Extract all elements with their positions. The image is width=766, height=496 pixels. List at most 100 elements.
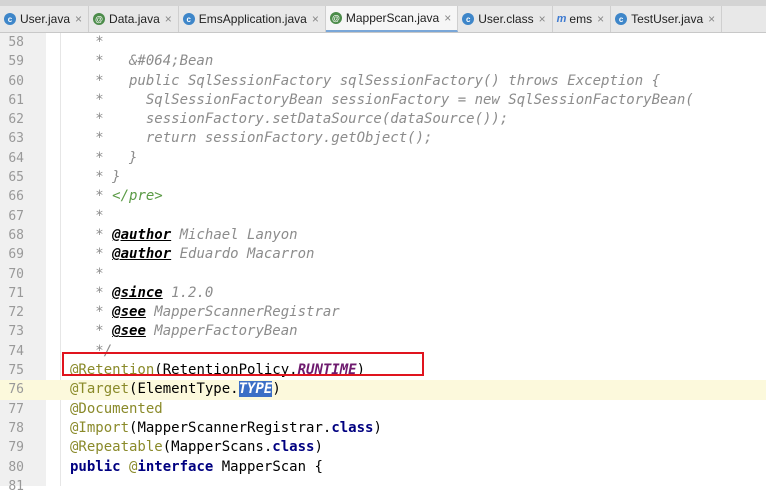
- code-token: Michael Lanyon: [171, 226, 298, 243]
- code-token: @Import: [70, 419, 130, 436]
- code-line: 68 * @author Michael Lanyon: [0, 226, 766, 245]
- line-number: 61: [8, 92, 24, 108]
- line-number: 62: [8, 112, 24, 128]
- code-text: * sessionFactory.setDataSource(dataSourc…: [70, 110, 508, 129]
- code-text: * }: [70, 168, 121, 187]
- code-line: 60 * public SqlSessionFactory sqlSession…: [0, 72, 766, 91]
- code-line: 67 *: [0, 207, 766, 226]
- code-text: * </pre>: [70, 187, 162, 206]
- line-number: 68: [8, 227, 24, 243]
- tab-testuser-java[interactable]: c TestUser.java ×: [611, 6, 723, 32]
- code-line: 58 *: [0, 33, 766, 52]
- code-token: @Documented: [70, 400, 163, 417]
- code-token: *: [70, 226, 113, 243]
- code-token: *: [70, 284, 113, 301]
- code-line: 64 * }: [0, 149, 766, 168]
- code-text: * @since 1.2.0: [70, 284, 213, 303]
- code-token: *: [70, 304, 113, 321]
- line-number: 80: [8, 459, 24, 475]
- code-text: * &#064;Bean: [70, 52, 213, 71]
- close-icon[interactable]: ×: [539, 12, 546, 26]
- line-number: 58: [8, 35, 24, 50]
- code-line: 71 * @since 1.2.0: [0, 284, 766, 303]
- tab-data-java[interactable]: @ Data.java ×: [89, 6, 179, 32]
- code-token: *: [70, 207, 104, 224]
- code-token: * SqlSessionFactoryBean sessionFactory =…: [70, 91, 694, 108]
- close-icon[interactable]: ×: [75, 12, 82, 26]
- code-token: * return sessionFactory.getObject();: [70, 130, 433, 147]
- code-text: * @author Michael Lanyon: [70, 226, 298, 245]
- module-m-icon: m: [556, 13, 567, 25]
- code-token: * }: [70, 169, 121, 186]
- code-line: 70 *: [0, 265, 766, 284]
- code-line: 77 @Documented: [0, 400, 766, 419]
- code-line: 62 * sessionFactory.setDataSource(dataSo…: [0, 110, 766, 129]
- code-text: @Documented: [70, 400, 163, 419]
- code-line: 63 * return sessionFactory.getObject();: [0, 129, 766, 148]
- code-token: @see: [112, 304, 146, 321]
- code-token: * }: [70, 149, 138, 166]
- code-token: @see: [112, 323, 146, 340]
- code-token: (ElementType.: [129, 381, 239, 398]
- close-icon[interactable]: ×: [312, 12, 319, 26]
- class-c-icon: c: [182, 13, 195, 25]
- line-number: 64: [8, 150, 24, 166]
- code-token: Eduardo Macarron: [171, 246, 315, 263]
- close-icon[interactable]: ×: [444, 11, 451, 25]
- code-line: 61 * SqlSessionFactoryBean sessionFactor…: [0, 91, 766, 110]
- code-token: @since: [112, 284, 163, 301]
- code-text: @Target(ElementType.TYPE): [70, 380, 281, 399]
- line-number: 70: [8, 266, 24, 282]
- line-number: 71: [8, 285, 24, 301]
- tab-label: ems: [569, 12, 593, 26]
- retention-highlight-box: [62, 352, 424, 376]
- code-text: @Repeatable(MapperScans.class): [70, 438, 323, 457]
- code-editor[interactable]: 58 * 59 * &#064;Bean 60 * public SqlSessio…: [0, 33, 766, 496]
- code-text: *: [70, 207, 104, 226]
- code-token: ): [272, 381, 281, 398]
- line-number: 77: [8, 401, 24, 417]
- code-text: * }: [70, 149, 137, 168]
- code-text: * @author Eduardo Macarron: [70, 245, 314, 264]
- code-text: * @see MapperScannerRegistrar: [70, 303, 339, 322]
- line-number: 67: [8, 208, 24, 224]
- line-number: 72: [8, 305, 24, 321]
- tab-label: Data.java: [109, 12, 160, 26]
- code-token: (MapperScans.: [162, 439, 273, 456]
- code-token: * sessionFactory.setDataSource(dataSourc…: [70, 111, 509, 128]
- code-line: 81: [0, 477, 766, 496]
- tab-user-class[interactable]: c User.class ×: [458, 6, 553, 32]
- tab-user-java[interactable]: c User.java ×: [0, 6, 90, 32]
- code-token: @Target: [70, 381, 130, 398]
- code-token: * public SqlSessionFactory sqlSessionFac…: [70, 72, 661, 89]
- code-line: 72 * @see MapperScannerRegistrar: [0, 303, 766, 322]
- code-text: * return sessionFactory.getObject();: [70, 129, 432, 148]
- code-token: class: [331, 419, 374, 436]
- code-token: @author: [112, 226, 172, 243]
- line-number: 63: [8, 131, 24, 147]
- line-number: 59: [8, 54, 24, 70]
- code-token: *: [70, 265, 104, 282]
- close-icon[interactable]: ×: [597, 12, 604, 26]
- close-icon[interactable]: ×: [165, 12, 172, 26]
- class-c-icon: c: [4, 13, 16, 25]
- code-text: *: [70, 33, 104, 52]
- code-token: *: [70, 34, 104, 50]
- line-number: 73: [8, 324, 24, 340]
- code-text: * public SqlSessionFactory sqlSessionFac…: [70, 72, 660, 91]
- line-number: 66: [8, 189, 24, 205]
- code-token: *: [70, 188, 113, 205]
- tab-ems[interactable]: m ems ×: [553, 6, 612, 32]
- code-line: 66 * </pre>: [0, 187, 766, 206]
- tab-emsapplication-java[interactable]: c EmsApplication.java ×: [179, 6, 326, 32]
- code-line: 80 public @interface MapperScan {: [0, 458, 766, 477]
- code-line: 59 * &#064;Bean: [0, 52, 766, 71]
- tab-mapperscan-java[interactable]: @ MapperScan.java ×: [325, 6, 459, 32]
- code-line: 69 * @author Eduardo Macarron: [0, 245, 766, 264]
- code-text: public @interface MapperScan {: [70, 458, 323, 477]
- line-number: 60: [8, 73, 24, 89]
- close-icon[interactable]: ×: [708, 12, 715, 26]
- class-c-icon: c: [615, 13, 628, 25]
- code-token: ): [373, 419, 382, 436]
